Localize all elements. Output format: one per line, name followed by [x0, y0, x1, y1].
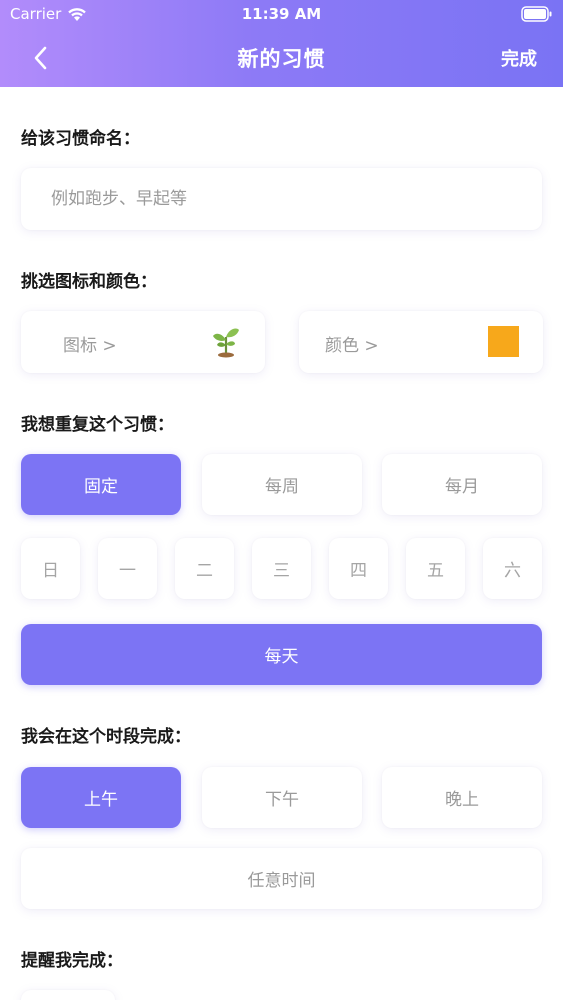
name-section-label: 给该习惯命名： [21, 129, 140, 149]
nav-bar: 新的习惯 完成 [0, 30, 563, 87]
sprout-icon [213, 328, 239, 358]
page-title: 新的习惯 [237, 47, 326, 71]
repeat-section-label: 我想重复这个习惯： [21, 415, 174, 435]
period-evening[interactable]: 晚上 [382, 767, 542, 828]
weekday-sun[interactable]: 日 [21, 538, 80, 599]
battery-icon [521, 6, 552, 22]
status-time: 11:39 AM [241, 5, 322, 23]
style-section-label: 挑选图标和颜色： [21, 272, 157, 292]
period-afternoon[interactable]: 下午 [202, 767, 362, 828]
icon-picker[interactable]: 图标 > [21, 311, 265, 373]
icon-picker-label: 图标 > [63, 336, 117, 356]
weekday-mon[interactable]: 一 [98, 538, 157, 599]
time-section-label: 我会在这个时段完成： [21, 727, 191, 747]
repeat-mode-monthly[interactable]: 每月 [382, 454, 542, 515]
reminder-item[interactable] [21, 990, 115, 1000]
color-picker-label: 颜色 > [325, 336, 379, 356]
reminder-section-label: 提醒我完成： [21, 951, 123, 971]
period-morning[interactable]: 上午 [21, 767, 181, 828]
repeat-mode-fixed[interactable]: 固定 [21, 454, 181, 515]
color-picker[interactable]: 颜色 > [299, 311, 543, 373]
habit-name-input[interactable] [21, 168, 542, 230]
weekday-wed[interactable]: 三 [252, 538, 311, 599]
weekday-fri[interactable]: 五 [406, 538, 465, 599]
everyday-button[interactable]: 每天 [21, 624, 542, 685]
status-bar: Carrier 11:39 AM [0, 0, 563, 30]
weekday-thu[interactable]: 四 [329, 538, 388, 599]
done-button[interactable]: 完成 [501, 45, 537, 71]
weekday-tue[interactable]: 二 [175, 538, 234, 599]
repeat-mode-weekly[interactable]: 每周 [202, 454, 362, 515]
weekday-sat[interactable]: 六 [483, 538, 542, 599]
header: Carrier 11:39 AM 新的习惯 完成 [0, 0, 563, 87]
color-swatch [488, 326, 519, 357]
anytime-button[interactable]: 任意时间 [21, 848, 542, 909]
